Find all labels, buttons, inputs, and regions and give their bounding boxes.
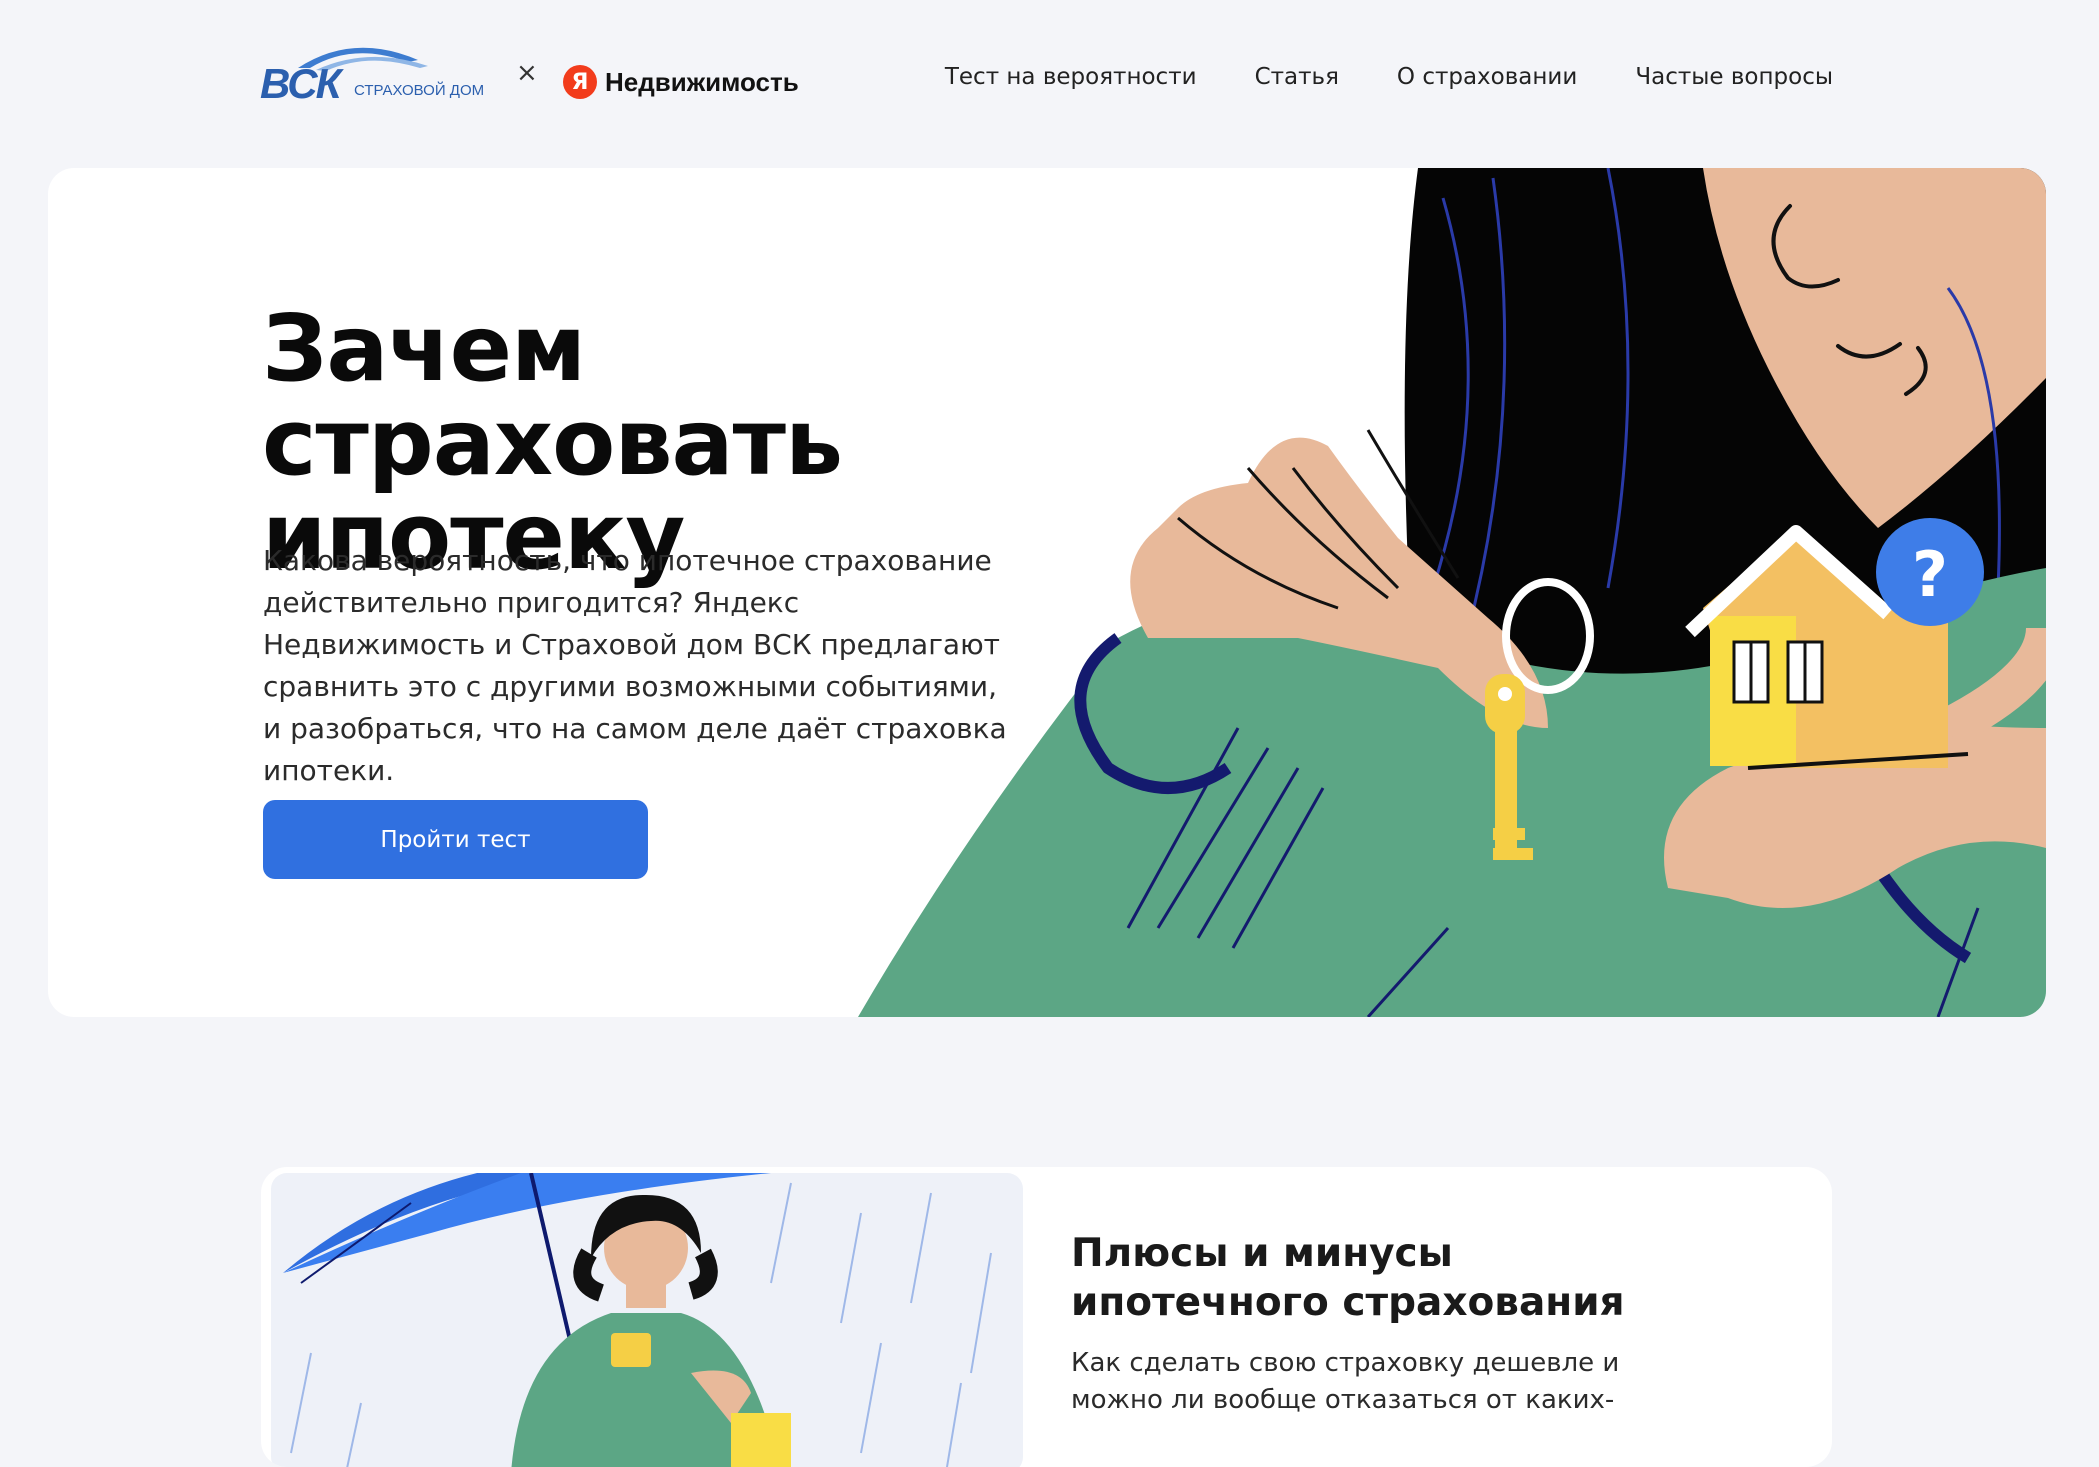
vsk-logo-subtitle: СТРАХОВОЙ ДОМ [354,82,485,99]
svg-text:?: ? [1912,538,1948,611]
nav-link-probability-test[interactable]: Тест на вероятности [945,64,1197,90]
nav-link-faq[interactable]: Частые вопросы [1635,64,1833,90]
nav-link-about-insurance[interactable]: О страховании [1397,64,1577,90]
umbrella-illustration [271,1173,1023,1467]
yandex-realty-logo[interactable]: Я Недвижимость [563,64,799,100]
yandex-realty-text: Недвижимость [605,66,799,97]
vsk-logo-mark: ВСК [260,60,341,107]
card-title: Плюсы и минусы ипотечного страхования [1071,1231,1625,1325]
partnership-separator: × [516,58,538,88]
card-description: Как сделать свою страховку дешевле и мож… [1071,1348,1620,1415]
hero-section: ? Зачем страховать ипотеку Какова вероят… [48,168,2046,1017]
vsk-logo[interactable]: ВСК СТРАХОВОЙ ДОМ [258,36,488,107]
hero-description: Какова вероятность, что ипотечное страхо… [263,544,1007,787]
take-test-button[interactable]: Пройти тест [263,800,648,879]
main-nav: Тест на вероятности Статья О страховании… [945,64,1833,90]
yandex-logo-icon: Я [563,65,597,99]
question-icon: ? [1876,518,1984,626]
nav-link-article[interactable]: Статья [1255,64,1339,90]
site-header: ВСК СТРАХОВОЙ ДОМ × Я Недвижимость Тест … [0,0,2099,160]
article-card[interactable]: Плюсы и минусы ипотечного страхования Ка… [261,1167,1832,1467]
